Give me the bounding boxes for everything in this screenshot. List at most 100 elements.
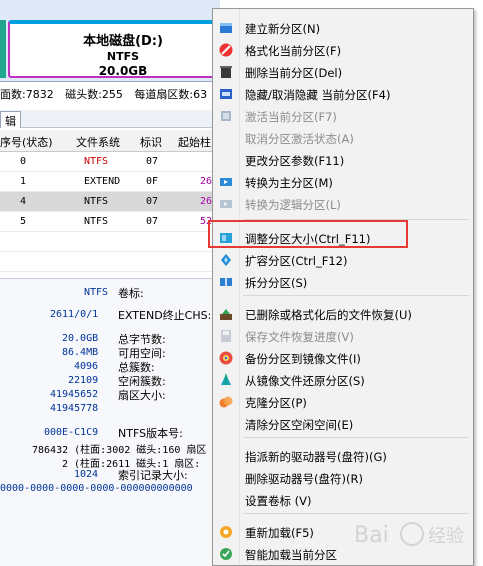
- row-id: 07: [146, 156, 159, 167]
- row-start-cylinder: 26: [200, 176, 213, 187]
- detail-index-label: 索引记录大小:: [118, 469, 188, 482]
- restore-icon: [218, 372, 234, 388]
- sector-count: 每道扇区数:63: [134, 88, 208, 101]
- menu-item-label: 激活当前分区(F7): [245, 110, 337, 124]
- menu-item-hide[interactable]: 隐藏/取消隐藏 当前分区(F4): [213, 83, 473, 105]
- menu-item-assign-letter[interactable]: 指派新的驱动器号(盘符)(G): [213, 445, 473, 467]
- to-logical-icon: [218, 196, 234, 212]
- detail-sectors-b: 41945778: [50, 403, 99, 414]
- hide-icon: [218, 86, 234, 102]
- table-row[interactable]: 4 NTFS 07 26: [0, 192, 220, 212]
- menu-item-new-partition[interactable]: 建立新分区(N): [213, 17, 473, 39]
- row-filesystem: NTFS: [84, 216, 109, 227]
- save-progress-icon: [218, 328, 234, 344]
- table-row[interactable]: 0 NTFS 07: [0, 152, 220, 172]
- menu-item-label: 备份分区到镜像文件(I): [245, 352, 361, 366]
- format-icon: [218, 42, 234, 58]
- menu-item-activate: 激活当前分区(F7): [213, 105, 473, 127]
- menu-item-backup[interactable]: 备份分区到镜像文件(I): [213, 347, 473, 369]
- row-start-cylinder: 26: [200, 196, 213, 207]
- menu-item-label: 格式化当前分区(F): [245, 44, 342, 58]
- smart-load-icon: [218, 546, 234, 562]
- partition-details-panel: NTFS 卷标: 2611/0/1 EXTEND终止CHS: 20.0GB 总字…: [0, 278, 220, 566]
- delete-icon: [218, 64, 234, 80]
- activate-icon: [218, 108, 234, 124]
- partition-block-d[interactable]: 本地磁盘(D:) NTFS 20.0GB: [8, 20, 238, 78]
- menu-item-remove-letter[interactable]: 删除驱动器号(盘符)(R): [213, 467, 473, 489]
- tab-edit[interactable]: 辑: [0, 111, 21, 128]
- detail-size-free: 86.4MB: [62, 347, 99, 358]
- menu-item-label: 建立新分区(N): [245, 22, 321, 36]
- col-header-start[interactable]: 起始柱: [178, 134, 211, 150]
- table-row[interactable]: 1 EXTEND 0F 26: [0, 172, 220, 192]
- detail-serial-label: NTFS版本号:: [118, 427, 183, 440]
- menu-separator: [243, 295, 469, 296]
- row-index: 4: [20, 196, 27, 207]
- file-recovery-icon: [218, 306, 234, 322]
- row-filesystem: EXTEND: [84, 176, 121, 187]
- menu-item-delete[interactable]: 删除当前分区(Del): [213, 61, 473, 83]
- head-count: 磁头数:255: [65, 88, 123, 101]
- menu-item-label: 隐藏/取消隐藏 当前分区(F4): [245, 88, 391, 102]
- partition-size: 20.0GB: [98, 64, 148, 78]
- menu-item-label: 扩容分区(Ctrl_F12): [245, 254, 348, 268]
- menu-item-label: 转换为主分区(M): [245, 176, 333, 190]
- detail-index-size: 1024: [74, 469, 99, 480]
- menu-item-to-primary[interactable]: 转换为主分区(M): [213, 171, 473, 193]
- table-row-empty: [0, 252, 220, 272]
- clone-icon: [218, 394, 234, 410]
- svg-text:Bai: Bai: [354, 523, 389, 548]
- new-partition-icon: [218, 20, 234, 36]
- menu-item-clone[interactable]: 克隆分区(P): [213, 391, 473, 413]
- table-row[interactable]: 5 NTFS 07 52: [0, 212, 220, 232]
- row-filesystem: NTFS: [84, 156, 109, 167]
- menu-item-label: 清除分区空闲空间(E): [245, 418, 354, 432]
- menu-item-label: 重新加载(F5): [245, 526, 314, 540]
- menu-item-label: 设置卷标 (V): [245, 494, 312, 508]
- row-index: 1: [20, 176, 27, 187]
- menu-item-label: 保存文件恢复进度(V): [245, 330, 354, 344]
- detail-chs-label: EXTEND终止CHS:: [118, 309, 212, 322]
- menu-item-label: 转换为逻辑分区(L): [245, 198, 341, 212]
- row-id: 07: [146, 196, 159, 207]
- partition-table-header: 序号(状态) 文件系统 标识 起始柱: [0, 130, 220, 152]
- detail-cluster-size: 4096: [74, 361, 99, 372]
- menu-item-file-recovery[interactable]: 已删除或格式化后的文件恢复(U): [213, 303, 473, 325]
- menu-item-label: 已删除或格式化后的文件恢复(U): [245, 308, 412, 322]
- col-header-index[interactable]: 序号(状态): [0, 134, 53, 150]
- detail-mft-a: 786432 (柱面:3002 磁头:160 扇区: [32, 445, 207, 456]
- detail-size-total: 20.0GB: [62, 333, 99, 344]
- menu-item-wipe-free[interactable]: 清除分区空闲空间(E): [213, 413, 473, 435]
- disk-map-teal-segment[interactable]: [0, 20, 6, 78]
- menu-item-change-params[interactable]: 更改分区参数(F11): [213, 149, 473, 171]
- detail-chs-value: 2611/0/1: [50, 309, 99, 320]
- row-id: 07: [146, 216, 159, 227]
- menu-separator: [243, 437, 469, 438]
- menu-item-label: 删除当前分区(Del): [245, 66, 343, 80]
- table-row-empty: [0, 232, 220, 252]
- menu-item-expand[interactable]: 扩容分区(Ctrl_F12): [213, 249, 473, 271]
- col-header-id[interactable]: 标识: [140, 134, 162, 150]
- svg-text:经验: 经验: [428, 526, 464, 547]
- expand-icon: [218, 252, 234, 268]
- tab-strip: 辑: [0, 110, 220, 128]
- row-index: 0: [20, 156, 27, 167]
- menu-item-split[interactable]: 拆分分区(S): [213, 271, 473, 293]
- detail-sectors-a-label: 扇区大小:: [118, 389, 166, 402]
- partition-context-menu: 建立新分区(N) 格式化当前分区(F) 删除当前分区(Del) 隐藏/取消隐藏 当前分…: [212, 8, 474, 566]
- disk-geometry-line: 面数:7832 磁头数:255 每道扇区数:63: [0, 84, 220, 102]
- highlight-box-resize: [208, 220, 408, 248]
- menu-item-label: 指派新的驱动器号(盘符)(G): [245, 450, 387, 464]
- col-header-filesystem[interactable]: 文件系统: [76, 134, 120, 150]
- menu-item-set-label[interactable]: 设置卷标 (V): [213, 489, 473, 511]
- detail-total-clusters: 22109: [68, 375, 99, 386]
- backup-icon: [218, 350, 234, 366]
- menu-item-label: 删除驱动器号(盘符)(R): [245, 472, 363, 486]
- menu-item-deactivate: 取消分区激活状态(A): [213, 127, 473, 149]
- menu-item-to-logical: 转换为逻辑分区(L): [213, 193, 473, 215]
- menu-item-format[interactable]: 格式化当前分区(F): [213, 39, 473, 61]
- menu-item-label: 取消分区激活状态(A): [245, 132, 354, 146]
- menu-item-label: 拆分分区(S): [245, 276, 308, 290]
- menu-item-restore[interactable]: 从镜像文件还原分区(S): [213, 369, 473, 391]
- menu-item-label: 克隆分区(P): [245, 396, 307, 410]
